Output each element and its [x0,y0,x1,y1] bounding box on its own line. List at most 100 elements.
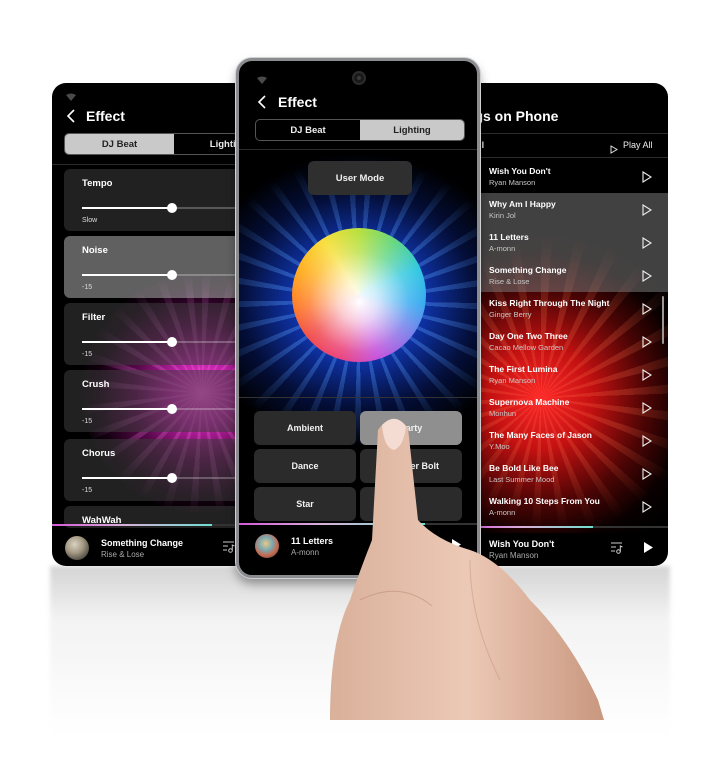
play-outline-icon[interactable] [642,236,653,249]
play-outline-icon[interactable] [642,500,653,513]
play-outline-icon[interactable] [642,170,653,183]
back-arrow-icon[interactable] [257,95,269,109]
song-list-item[interactable]: Supernova Machine Monhun [466,394,668,427]
now-playing-artist: A-monn [291,547,320,557]
song-artist: Kirin Jol [489,211,516,220]
play-icon[interactable] [643,541,654,554]
center-phone-screen: Effect DJ Beat Lighting User Mode Ambien… [236,58,480,578]
wifi-icon [257,71,267,84]
play-outline-icon[interactable] [642,434,653,447]
song-title: The First Lumina [489,364,558,374]
wifi-icon [66,88,76,101]
effect-slider[interactable] [82,473,252,483]
effect-card-chorus: Chorus -15 [64,439,252,501]
song-artist: Ginger Berry [489,310,532,319]
left-phone-screen: Effect DJ Beat Lighting Tempo Slow Noise -1… [52,83,252,566]
play-outline-icon[interactable] [642,401,653,414]
play-outline-icon[interactable] [642,302,653,315]
song-list-item[interactable]: Kiss Right Through The Night Ginger Berry [466,295,668,328]
song-artist: Monhun [489,409,517,418]
progress-remaining [593,526,668,528]
play-outline-icon[interactable] [642,335,653,348]
slider-thumb[interactable] [167,270,177,280]
now-playing-artist: Rise & Lose [101,549,145,559]
mode-button-star[interactable]: Star [254,487,356,521]
mode-button-dance[interactable]: Dance [254,449,356,483]
effect-name: Filter [82,312,106,323]
song-artist: A-monn [489,508,516,517]
user-mode-button[interactable]: User Mode [308,161,412,195]
song-list-item[interactable]: Day One Two Three Cacao Mellow Garden [466,328,668,361]
effect-value: -15 [82,351,93,358]
tab-dj-beat[interactable]: DJ Beat [65,134,174,154]
slider-thumb[interactable] [167,203,177,213]
scrollbar[interactable] [662,296,664,344]
page-title: Effect [86,108,125,124]
song-title: Walking 10 Steps From You [489,496,600,506]
mode-button-thunder-bolt[interactable]: Thunder Bolt [360,449,462,483]
song-list-item[interactable]: Be Bold Like Bee Last Summer Mood [466,460,668,493]
playback-progress[interactable] [52,524,252,526]
slider-thumb[interactable] [167,337,177,347]
play-outline-icon[interactable] [642,203,653,216]
slider-fill [82,408,172,410]
play-outline-icon[interactable] [642,368,653,381]
mode-button-party[interactable]: Party [360,411,462,445]
effect-tab-switch: DJ Beat Lighting [255,119,465,141]
song-title: Wish You Don't [489,166,551,176]
song-list-item[interactable]: 11 Letters A-monn [466,229,668,262]
song-list-item[interactable]: Wish You Don't Ryan Manson [466,163,668,196]
effect-value: -15 [82,487,93,494]
slider-thumb[interactable] [167,404,177,414]
now-playing-title: Wish You Don't [489,538,555,549]
song-artist: Ryan Manson [489,178,536,187]
effect-slider[interactable] [82,404,252,414]
play-outline-icon[interactable] [642,269,653,282]
mini-player[interactable]: Wish You Don't Ryan Manson [489,529,554,566]
playlist-icon[interactable] [610,541,624,555]
play-outline-icon [610,141,618,154]
song-artist: Rise & Lose [489,277,530,286]
play-icon[interactable] [451,538,462,551]
song-list-item[interactable]: Something Change Rise & Lose [466,262,668,295]
song-title: Why Am I Happy [489,199,556,209]
effect-slider[interactable] [82,270,252,280]
play-outline-icon[interactable] [642,467,653,480]
now-playing-title: 11 Letters [291,535,334,546]
playback-progress[interactable] [239,523,477,525]
effect-value: -15 [82,284,93,291]
mini-player[interactable]: 11 Letters A-monn [255,526,333,566]
effect-tab-switch: DJ Beat Lighting [64,133,252,155]
mode-button-hidden[interactable] [360,487,462,521]
mini-player[interactable]: Something Change Rise & Lose [65,528,183,566]
effect-name: Noise [82,245,108,256]
effect-card-tempo: Tempo Slow [64,169,252,231]
tab-dj-beat[interactable]: DJ Beat [256,120,360,140]
song-list-item[interactable]: Walking 10 Steps From You A-monn [466,493,668,526]
song-list-item[interactable]: The First Lumina Ryan Manson [466,361,668,394]
effect-card-filter: Filter -15 [64,303,252,365]
slider-fill [82,341,172,343]
play-all-button[interactable]: Play All [610,140,653,154]
progress-fill [52,524,212,526]
effect-name: Tempo [82,178,113,189]
mode-button-ambient[interactable]: Ambient [254,411,356,445]
color-picker-wheel[interactable] [292,228,426,362]
back-arrow-icon[interactable] [66,109,78,123]
effect-slider[interactable] [82,203,252,213]
effect-value: Slow [82,217,98,224]
song-title: 11 Letters [489,232,529,242]
play-all-label: Play All [623,140,653,150]
effect-card-crush: Crush -15 [64,370,252,432]
slider-thumb[interactable] [167,473,177,483]
song-artist: A-monn [489,244,516,253]
right-phone-screen: Songs on Phone Select All Play All Wish … [466,83,668,566]
playlist-icon[interactable] [222,540,236,554]
effect-slider[interactable] [82,337,252,347]
song-list-item[interactable]: Why Am I Happy Kirin Jol [466,196,668,229]
playback-progress[interactable] [466,526,668,528]
album-art [65,536,89,560]
tab-lighting[interactable]: Lighting [360,120,464,140]
song-list-item[interactable]: The Many Faces of Jason Y.Moo [466,427,668,460]
now-playing-artist: Ryan Manson [489,550,539,560]
